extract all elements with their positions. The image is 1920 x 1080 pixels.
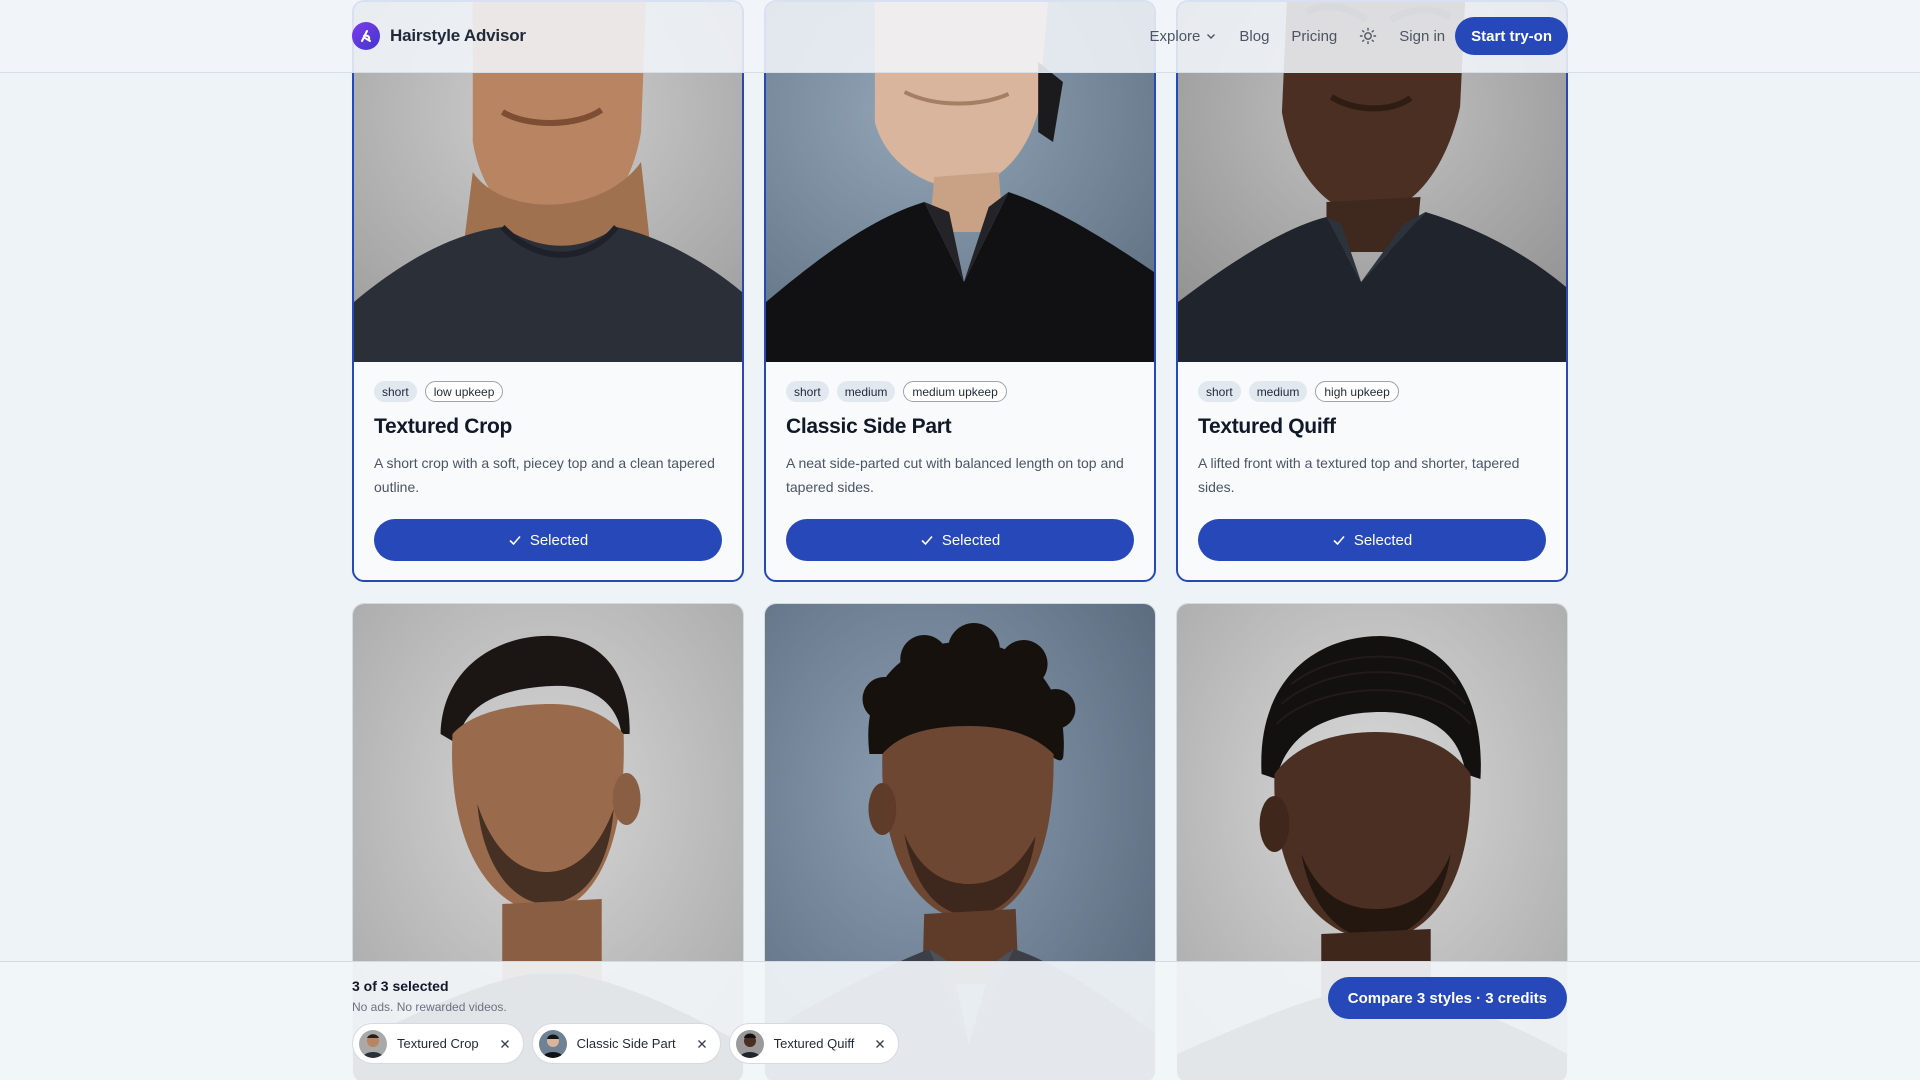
start-tryon-button[interactable]: Start try-on: [1455, 17, 1568, 55]
chip-label: Classic Side Part: [576, 1036, 676, 1051]
selected-chips: Textured Crop Classic Side Part Textured…: [352, 1023, 900, 1064]
chip-label: Textured Crop: [397, 1036, 479, 1051]
card-body: short medium high upkeep Textured Quiff …: [1198, 381, 1546, 499]
sun-icon: [1360, 27, 1377, 45]
top-navbar: Hairstyle Advisor Explore Blog Pricing S…: [0, 0, 1920, 73]
theme-toggle[interactable]: [1359, 27, 1377, 45]
card-description: A short crop with a soft, piecey top and…: [374, 455, 715, 495]
main-nav: Explore Blog Pricing Sign in Start try-o…: [1150, 17, 1568, 55]
card-title: Textured Quiff: [1198, 415, 1336, 438]
avatar: [735, 1029, 764, 1058]
nav-blog[interactable]: Blog: [1239, 28, 1269, 45]
tag: medium upkeep: [903, 381, 1007, 402]
style-card-classic-side-part[interactable]: short medium medium upkeep Classic Side …: [764, 0, 1156, 582]
selected-chip-classic-side-part[interactable]: Classic Side Part: [531, 1023, 721, 1064]
tag: short: [1198, 381, 1241, 402]
card-description: A lifted front with a textured top and s…: [1198, 455, 1520, 495]
chevron-down-icon: [1207, 34, 1216, 39]
selected-chip-textured-crop[interactable]: Textured Crop: [352, 1023, 524, 1064]
selected-button-label: Selected: [529, 531, 589, 549]
chip-label: Textured Quiff: [773, 1036, 855, 1051]
tag-list: short low upkeep: [374, 381, 722, 402]
card-title: Textured Crop: [374, 415, 513, 438]
check-icon: [921, 535, 933, 546]
selected-button-label: Selected: [941, 531, 1001, 549]
tag-list: short medium medium upkeep: [786, 381, 1134, 402]
selected-button[interactable]: Selected: [374, 519, 722, 561]
brand-name: Hairstyle Advisor: [390, 26, 526, 45]
close-icon: [697, 1039, 706, 1048]
selected-button-label: Selected: [1353, 531, 1413, 549]
tag: low upkeep: [424, 381, 504, 402]
check-icon: [509, 535, 521, 546]
selection-count: 3 of 3 selected: [352, 978, 449, 994]
style-card-textured-crop[interactable]: short low upkeep Textured Crop A short c…: [352, 0, 744, 582]
tag: short: [786, 381, 829, 402]
selected-chip-textured-quiff[interactable]: Textured Quiff: [728, 1023, 900, 1064]
card-body: short medium medium upkeep Classic Side …: [786, 381, 1134, 499]
remove-chip-button[interactable]: [870, 1034, 890, 1054]
selected-button[interactable]: Selected: [1198, 519, 1546, 561]
card-title: Classic Side Part: [786, 415, 952, 438]
avatar: [538, 1029, 567, 1058]
signin-link[interactable]: Sign in: [1399, 28, 1445, 45]
nav-explore[interactable]: Explore: [1150, 28, 1218, 45]
close-icon: [876, 1039, 885, 1048]
check-icon: [1333, 535, 1345, 546]
tag: high upkeep: [1315, 381, 1399, 402]
remove-chip-button[interactable]: [692, 1034, 712, 1054]
tag-list: short medium high upkeep: [1198, 381, 1546, 402]
close-icon: [500, 1039, 509, 1048]
nav-pricing[interactable]: Pricing: [1291, 28, 1337, 45]
compare-styles-button[interactable]: Compare 3 styles · 3 credits: [1327, 977, 1567, 1019]
brand[interactable]: Hairstyle Advisor: [352, 22, 526, 50]
tag: medium: [1248, 381, 1308, 402]
selected-button[interactable]: Selected: [786, 519, 1134, 561]
nav-explore-label: Explore: [1149, 27, 1201, 45]
card-body: short low upkeep Textured Crop A short c…: [374, 381, 722, 499]
brand-logo-icon: [352, 22, 380, 50]
selection-bar: 3 of 3 selected No ads. No rewarded vide…: [0, 961, 1920, 1080]
avatar: [359, 1029, 387, 1058]
tag: medium: [836, 381, 896, 402]
selection-note: No ads. No rewarded videos.: [352, 1000, 507, 1014]
card-description: A neat side-parted cut with balanced len…: [786, 455, 1124, 495]
remove-chip-button[interactable]: [495, 1034, 515, 1054]
tag: short: [374, 381, 417, 402]
style-card-textured-quiff[interactable]: short medium high upkeep Textured Quiff …: [1176, 0, 1568, 582]
